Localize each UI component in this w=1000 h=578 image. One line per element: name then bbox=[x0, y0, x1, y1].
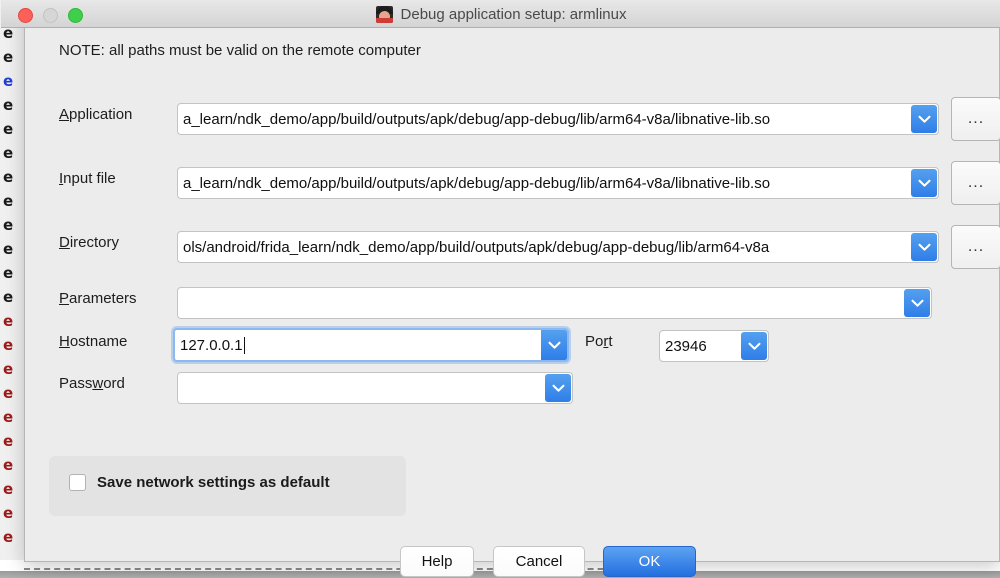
gutter-marker-icon: e bbox=[3, 338, 18, 353]
password-input[interactable] bbox=[178, 373, 544, 403]
gutter-marker-icon: e bbox=[3, 74, 18, 89]
application-label: Application bbox=[59, 106, 132, 123]
gutter-marker-icon: e bbox=[3, 26, 18, 41]
gutter-marker-icon: e bbox=[3, 194, 18, 209]
minimize-button[interactable] bbox=[43, 8, 58, 23]
chevron-down-icon[interactable] bbox=[911, 169, 937, 197]
password-combobox[interactable] bbox=[177, 372, 573, 404]
gutter-marker-icon: e bbox=[3, 98, 18, 113]
gutter-marker-icon: e bbox=[3, 146, 18, 161]
field-row-directory: Directory ols/android/frida_learn/ndk_de… bbox=[25, 224, 999, 264]
gutter-marker-icon: e bbox=[3, 122, 18, 137]
directory-label: Directory bbox=[59, 234, 119, 251]
debug-application-setup-dialog: Debug application setup: armlinux NOTE: … bbox=[24, 0, 1000, 562]
cancel-button[interactable]: Cancel bbox=[493, 546, 585, 577]
input-file-label: Input file bbox=[59, 170, 116, 187]
field-row-password: Password bbox=[25, 365, 999, 405]
save-network-settings-label: Save network settings as default bbox=[97, 474, 330, 491]
field-row-application: Application a_learn/ndk_demo/app/build/o… bbox=[25, 96, 999, 136]
field-row-hostname: Hostname 127.0.0.1 Port 23946 bbox=[25, 323, 999, 363]
gutter-marker-icon: e bbox=[3, 434, 18, 449]
save-network-settings-row[interactable]: Save network settings as default bbox=[69, 474, 330, 491]
note-text: NOTE: all paths must be valid on the rem… bbox=[59, 42, 421, 59]
ok-button[interactable]: OK bbox=[603, 546, 696, 577]
input-file-input[interactable]: a_learn/ndk_demo/app/build/outputs/apk/d… bbox=[178, 168, 910, 198]
dialog-body: NOTE: all paths must be valid on the rem… bbox=[25, 28, 999, 561]
parameters-label: Parameters bbox=[59, 290, 137, 307]
parameters-combobox[interactable] bbox=[177, 287, 932, 319]
application-browse-button[interactable]: ... bbox=[951, 97, 1000, 141]
chevron-down-icon[interactable] bbox=[545, 374, 571, 402]
gutter-marker-icon: e bbox=[3, 386, 18, 401]
gutter-marker-icon: e bbox=[3, 410, 18, 425]
help-button[interactable]: Help bbox=[400, 546, 474, 577]
gutter-marker-icon: e bbox=[3, 314, 18, 329]
port-input[interactable]: 23946 bbox=[660, 331, 740, 361]
hostname-input[interactable]: 127.0.0.1 bbox=[175, 330, 541, 360]
screen: eeeeeeeeeeeeeeeeeeeeeee endbr64; ADRP X8… bbox=[0, 0, 1000, 578]
port-label: Port bbox=[585, 333, 613, 350]
parameters-input[interactable] bbox=[178, 288, 903, 318]
chevron-down-icon[interactable] bbox=[911, 105, 937, 133]
chevron-down-icon[interactable] bbox=[741, 332, 767, 360]
directory-browse-button[interactable]: ... bbox=[951, 225, 1000, 269]
window-title: Debug application setup: armlinux bbox=[401, 6, 627, 23]
hostname-combobox[interactable]: 127.0.0.1 bbox=[173, 328, 569, 362]
title-container: Debug application setup: armlinux bbox=[1, 0, 1000, 28]
gutter-marker-icon: e bbox=[3, 362, 18, 377]
chevron-down-icon[interactable] bbox=[904, 289, 930, 317]
gutter-marker-icon: e bbox=[3, 506, 18, 521]
field-row-parameters: Parameters bbox=[25, 280, 999, 320]
gutter-marker-icon: e bbox=[3, 482, 18, 497]
field-row-input-file: Input file a_learn/ndk_demo/app/build/ou… bbox=[25, 160, 999, 200]
save-settings-groupbox: Save network settings as default bbox=[49, 456, 406, 516]
password-label: Password bbox=[59, 375, 125, 392]
directory-combobox[interactable]: ols/android/frida_learn/ndk_demo/app/bui… bbox=[177, 231, 939, 263]
close-button[interactable] bbox=[18, 8, 33, 23]
gutter-marker-icon: e bbox=[3, 458, 18, 473]
gutter-marker-icon: e bbox=[3, 266, 18, 281]
input-file-combobox[interactable]: a_learn/ndk_demo/app/build/outputs/apk/d… bbox=[177, 167, 939, 199]
gutter-marker-icon: e bbox=[3, 530, 18, 545]
gutter-marker-icon: e bbox=[3, 218, 18, 233]
directory-input[interactable]: ols/android/frida_learn/ndk_demo/app/bui… bbox=[178, 232, 910, 262]
application-combobox[interactable]: a_learn/ndk_demo/app/build/outputs/apk/d… bbox=[177, 103, 939, 135]
disassembly-gutter: eeeeeeeeeeeeeeeeeeeeeee bbox=[0, 0, 25, 560]
application-input[interactable]: a_learn/ndk_demo/app/build/outputs/apk/d… bbox=[178, 104, 910, 134]
maximize-button[interactable] bbox=[68, 8, 83, 23]
port-combobox[interactable]: 23946 bbox=[659, 330, 769, 362]
hostname-label: Hostname bbox=[59, 333, 127, 350]
text-cursor bbox=[244, 337, 245, 354]
chevron-down-icon[interactable] bbox=[541, 330, 567, 360]
ida-pro-icon bbox=[376, 6, 393, 23]
save-network-settings-checkbox[interactable] bbox=[69, 474, 86, 491]
gutter-marker-icon: e bbox=[3, 242, 18, 257]
dialog-titlebar[interactable]: Debug application setup: armlinux bbox=[1, 0, 1000, 28]
chevron-down-icon[interactable] bbox=[911, 233, 937, 261]
gutter-marker-icon: e bbox=[3, 170, 18, 185]
gutter-marker-icon: e bbox=[3, 50, 18, 65]
gutter-marker-icon: e bbox=[3, 290, 18, 305]
input-file-browse-button[interactable]: ... bbox=[951, 161, 1000, 205]
